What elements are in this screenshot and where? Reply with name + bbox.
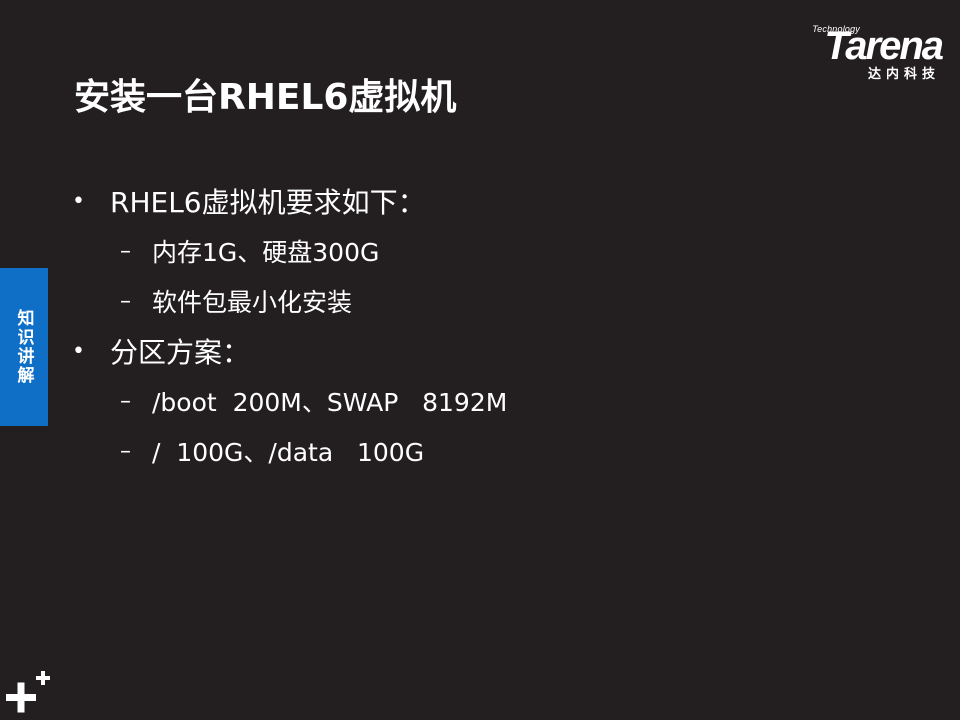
slide-title: 安装一台RHEL6虚拟机 (74, 77, 457, 118)
bullet-marker: • (72, 188, 85, 214)
sub-bullet-marker: – (120, 388, 131, 414)
knowledge-tab: 知识讲解 (0, 268, 48, 426)
plus-logo-icon (6, 671, 50, 713)
bullet-text: 分区方案： (110, 336, 251, 369)
bullet-item: • RHEL6虚拟机要求如下： (72, 176, 892, 226)
slide-content: • RHEL6虚拟机要求如下： – 内存1G、硬盘300G – 软件包最小化安装… (72, 176, 892, 476)
sub-bullet-text: 内存1G、硬盘300G (152, 238, 380, 267)
sub-bullet-item: – / 100G、/data 100G (72, 426, 892, 476)
sub-bullet-text: 软件包最小化安装 (152, 288, 353, 317)
knowledge-tab-label: 知识讲解 (13, 309, 34, 385)
sub-bullet-item: – 内存1G、硬盘300G (72, 226, 892, 276)
slide: Technology Tarena 达内科技 安装一台RHEL6虚拟机 知识讲解… (0, 0, 960, 720)
bullet-marker: • (72, 338, 85, 364)
bullet-item: • 分区方案： (72, 326, 892, 376)
sub-bullet-text: /boot 200M、SWAP 8192M (152, 388, 508, 417)
logo-wordmark: Tarena (824, 24, 944, 68)
sub-bullet-item: – 软件包最小化安装 (72, 276, 892, 326)
logo-chinese-text: 达内科技 (867, 67, 940, 82)
sub-bullet-marker: – (120, 438, 131, 464)
sub-bullet-item: – /boot 200M、SWAP 8192M (72, 376, 892, 426)
sub-bullet-text: / 100G、/data 100G (152, 438, 425, 467)
sub-bullet-marker: – (120, 288, 131, 314)
tarena-logo: Technology Tarena 达内科技 (772, 20, 944, 84)
sub-bullet-marker: – (120, 238, 131, 264)
bullet-text: RHEL6虚拟机要求如下： (110, 186, 426, 219)
